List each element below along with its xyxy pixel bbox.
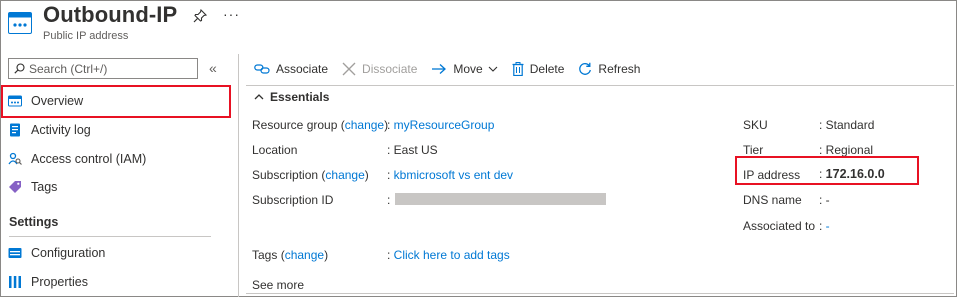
sku-value-text: Standard <box>825 118 875 132</box>
dns-name-label: DNS name <box>743 193 802 207</box>
settings-section-header: Settings <box>9 215 59 229</box>
link-icon <box>254 64 270 74</box>
iam-icon <box>8 152 22 165</box>
public-ip-resource-icon <box>8 12 32 34</box>
dissociate-button[interactable]: Dissociate <box>342 62 417 76</box>
arrow-right-icon <box>432 64 447 74</box>
properties-icon <box>9 276 21 288</box>
sidebar-separator <box>238 54 239 297</box>
sidebar-divider <box>9 236 211 237</box>
sidebar-item-label: Activity log <box>31 123 91 137</box>
subscription-id-separator: : <box>387 193 391 207</box>
sidebar-item-properties[interactable]: Properties <box>8 272 88 292</box>
configuration-icon <box>8 248 22 258</box>
sidebar-item-label: Overview <box>31 94 84 108</box>
dns-name-value: : - <box>819 193 830 207</box>
location-value-text: East US <box>393 143 438 157</box>
sidebar-item-configuration[interactable]: Configuration <box>8 243 105 263</box>
tags-change-link[interactable]: change <box>285 248 324 262</box>
subscription-link[interactable]: kbmicrosoft vs ent dev <box>394 168 513 182</box>
resource-group-label: Resource group (change) <box>252 118 389 132</box>
location-value: : East US <box>387 143 438 157</box>
delete-button[interactable]: Delete <box>512 62 565 76</box>
refresh-icon <box>579 62 592 75</box>
command-bar: Associate Dissociate Move Delete Refresh <box>254 60 654 78</box>
subscription-label-text: Subscription <box>252 168 319 182</box>
chevron-up-icon <box>254 94 264 100</box>
pin-icon[interactable] <box>193 9 207 23</box>
toolbar-divider <box>246 85 954 86</box>
resource-type-subtitle: Public IP address <box>43 30 129 42</box>
subscription-value: : kbmicrosoft vs ent dev <box>387 168 514 182</box>
essentials-bottom-divider <box>246 293 954 294</box>
associated-to-value: : - <box>819 219 830 233</box>
tags-value: : Click here to add tags <box>387 248 510 262</box>
essentials-toggle[interactable]: Essentials <box>254 90 329 104</box>
tags-label: Tags (change) <box>252 248 329 262</box>
sku-label: SKU <box>743 118 768 132</box>
subscription-label: Subscription (change) <box>252 168 369 182</box>
sidebar-item-iam[interactable]: Access control (IAM) <box>8 149 146 169</box>
subscription-id-redacted <box>395 193 606 205</box>
sidebar-item-label: Access control (IAM) <box>31 152 147 166</box>
essentials-header: Essentials <box>270 90 330 104</box>
sidebar-item-tags[interactable]: Tags <box>8 177 57 197</box>
collapse-sidebar-button[interactable]: « <box>209 60 217 76</box>
tags-label-text: Tags <box>252 248 278 262</box>
refresh-label: Refresh <box>598 62 641 76</box>
more-options-button[interactable]: ··· <box>223 6 240 22</box>
ip-address-label: IP address <box>743 168 801 182</box>
page-title: Outbound-IP <box>43 2 178 27</box>
associate-label: Associate <box>276 62 329 76</box>
sidebar-item-overview[interactable]: Overview <box>8 91 83 111</box>
associated-to-label: Associated to <box>743 219 816 233</box>
refresh-button[interactable]: Refresh <box>578 62 640 76</box>
associate-button[interactable]: Associate <box>254 62 328 76</box>
sidebar-item-activity-log[interactable]: Activity log <box>8 120 91 140</box>
tier-value-text: Regional <box>825 143 874 157</box>
move-button[interactable]: Move <box>431 62 498 76</box>
sidebar-item-label: Properties <box>31 275 88 289</box>
associated-to-value-text[interactable]: - <box>826 219 830 233</box>
chevron-down-icon <box>488 66 498 72</box>
ip-address-value: : 172.16.0.0 <box>819 167 885 181</box>
close-icon <box>342 62 356 76</box>
sidebar-item-label: Configuration <box>31 246 106 260</box>
subscription-id-label: Subscription ID <box>252 193 334 207</box>
tag-icon <box>9 181 21 193</box>
trash-icon <box>512 62 524 76</box>
delete-label: Delete <box>529 62 565 76</box>
resource-group-label-text: Resource group <box>252 118 338 132</box>
search-placeholder: Search (Ctrl+/) <box>29 61 108 76</box>
subscription-change-link[interactable]: change <box>325 168 364 182</box>
dns-name-value-text: - <box>825 193 830 207</box>
see-more-link[interactable]: See more <box>252 278 304 292</box>
activity-log-icon <box>10 123 20 137</box>
tier-label: Tier <box>743 143 764 157</box>
resource-group-link[interactable]: myResourceGroup <box>394 118 495 132</box>
tier-value: : Regional <box>819 143 874 157</box>
ip-address-value-text: 172.16.0.0 <box>825 167 885 181</box>
sidebar-item-label: Tags <box>31 180 58 194</box>
resource-group-change-link[interactable]: change <box>345 118 384 132</box>
search-icon <box>14 63 25 74</box>
search-input[interactable]: Search (Ctrl+/) <box>8 58 198 79</box>
location-label: Location <box>252 143 298 157</box>
sku-value: : Standard <box>819 118 875 132</box>
dissociate-label: Dissociate <box>362 62 418 76</box>
add-tags-link[interactable]: Click here to add tags <box>394 248 510 262</box>
resource-group-value: : myResourceGroup <box>387 118 495 132</box>
overview-icon <box>8 95 22 107</box>
move-label: Move <box>453 62 483 76</box>
